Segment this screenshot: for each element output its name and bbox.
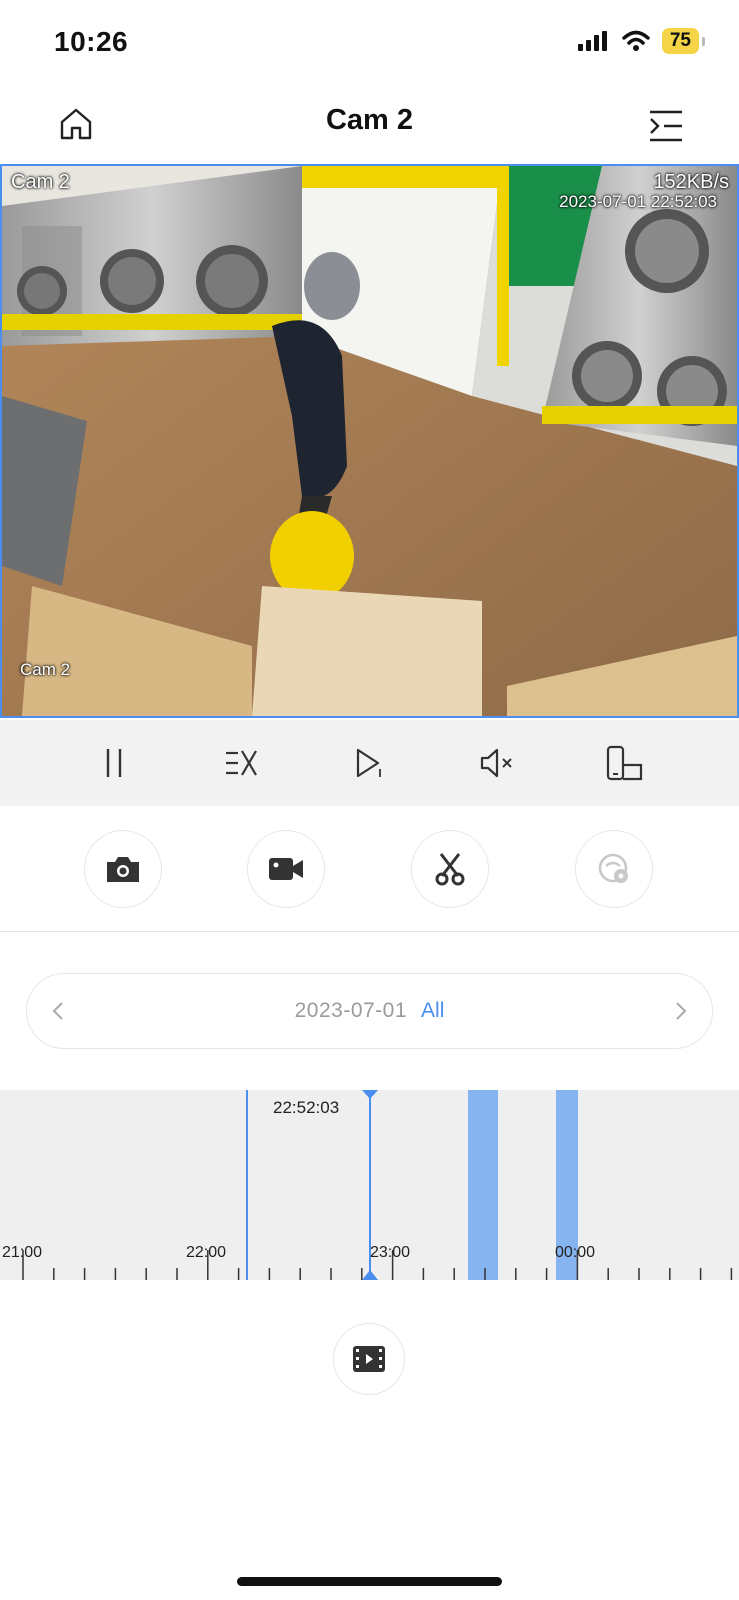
channel-label-bottom: Cam 2	[20, 660, 71, 679]
pause-button[interactable]	[87, 736, 141, 790]
section-divider	[0, 931, 739, 932]
battery-indicator: 75	[661, 28, 706, 54]
ai-detect-button[interactable]	[575, 830, 653, 908]
video-player[interactable]: Cam 2 152KB/s 2023-07-01 22:52:03 Cam 2	[0, 164, 739, 718]
playback-speed-button[interactable]	[215, 736, 269, 790]
cellular-signal-icon	[577, 31, 607, 51]
bitrate-label: 152KB/s	[653, 171, 729, 193]
camera-icon	[107, 857, 139, 882]
tick-label: 00:00	[555, 1244, 596, 1261]
mute-button[interactable]	[470, 736, 524, 790]
action-buttons	[0, 828, 739, 910]
recording-segment	[468, 1090, 498, 1280]
next-day-button[interactable]	[666, 996, 696, 1026]
menu-collapse-icon	[650, 110, 682, 142]
tick-label: 21:00	[2, 1244, 43, 1261]
pause-icon	[106, 749, 122, 777]
channel-label: Cam 2	[11, 171, 70, 193]
record-filter[interactable]: All	[421, 999, 444, 1023]
playhead-time: 22:52:03	[273, 1098, 340, 1117]
scissors-icon	[435, 853, 465, 886]
ai-detect-icon	[598, 853, 628, 883]
timestamp-overlay: 2023-07-01 22:52:03	[559, 192, 717, 211]
date-selector: 2023-07-01 All	[26, 973, 713, 1049]
rotate-screen-button[interactable]	[598, 736, 652, 790]
snapshot-button[interactable]	[84, 830, 162, 908]
film-strip-icon	[353, 1346, 385, 1372]
tick-label: 23:00	[370, 1244, 411, 1261]
video-record-icon	[269, 858, 303, 880]
rotate-screen-icon	[606, 745, 643, 781]
tick-label: 22:00	[186, 1244, 227, 1261]
status-icons: 75	[577, 28, 706, 54]
chevron-right-icon	[676, 1002, 687, 1020]
playhead-bottom-marker	[362, 1270, 378, 1280]
previous-day-button[interactable]	[43, 996, 73, 1026]
chevron-left-icon	[52, 1002, 63, 1020]
selected-date[interactable]: 2023-07-01	[295, 999, 407, 1023]
wifi-icon	[622, 30, 650, 51]
record-button[interactable]	[247, 830, 325, 908]
camera-feed-image	[2, 166, 737, 716]
mute-icon	[481, 748, 512, 778]
timeline-scrubber[interactable]: 22:52:03 21:00 22:00 23:00 00:00	[0, 1090, 739, 1280]
playback-control-bar	[0, 720, 739, 806]
playback-speed-icon	[225, 750, 257, 776]
video-clips-button[interactable]	[333, 1323, 405, 1395]
page-title: Cam 2	[325, 104, 414, 136]
playhead-top-marker	[362, 1090, 378, 1099]
play-frame-button[interactable]	[342, 736, 396, 790]
home-indicator	[237, 1577, 502, 1586]
clip-cut-button[interactable]	[411, 830, 489, 908]
status-time: 10:26	[54, 26, 129, 57]
play-single-frame-icon	[357, 748, 382, 778]
menu-button[interactable]	[646, 106, 686, 146]
